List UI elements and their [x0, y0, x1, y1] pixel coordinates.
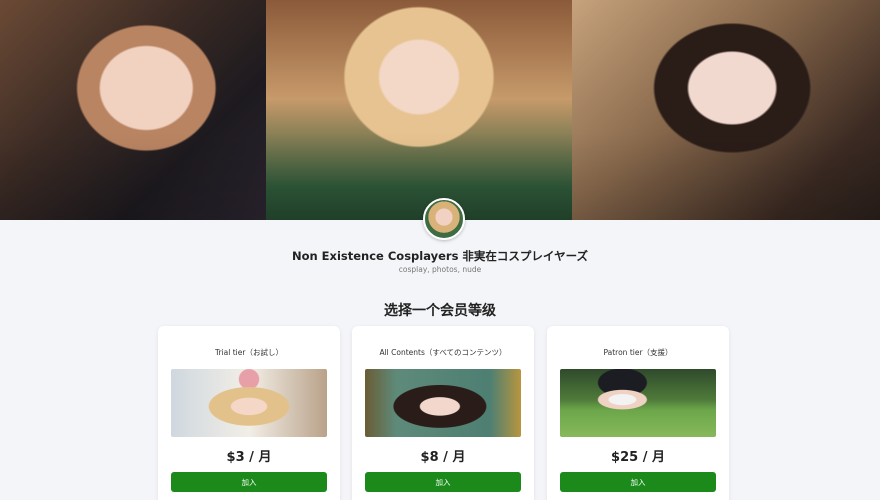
creator-name: Non Existence Cosplayers 非実在コスプレイヤーズ	[291, 249, 589, 263]
cover-photo-headphones-girl	[0, 0, 266, 220]
creator-avatar[interactable]	[423, 198, 465, 240]
tier-name: All Contents（すべてのコンテンツ）	[379, 348, 507, 357]
join-button-patron[interactable]: 加入	[560, 472, 716, 492]
creator-tags: cosplay, photos, nude	[398, 265, 482, 274]
tier-name: Trial tier（お試し）	[215, 348, 283, 357]
tier-preview-image	[560, 369, 716, 437]
tiers-section-title: 选择一个会员等级	[384, 303, 496, 319]
tier-preview-image	[365, 369, 521, 437]
cover-banner	[0, 0, 880, 220]
tier-name: Patron tier（支援）	[603, 348, 673, 357]
tier-preview-image	[171, 369, 327, 437]
tier-card-all-contents: All Contents（すべてのコンテンツ） $8 / 月 加入	[352, 326, 534, 500]
cover-photo-dark-hair-girl	[572, 0, 880, 220]
tier-price: $8 / 月	[420, 450, 466, 465]
join-button-trial[interactable]: 加入	[171, 472, 327, 492]
tier-price: $3 / 月	[226, 450, 272, 465]
cover-photo-elf-girl	[266, 0, 572, 220]
tier-price: $25 / 月	[611, 450, 665, 465]
tier-card-trial: Trial tier（お試し） $3 / 月 加入	[158, 326, 340, 500]
join-button-all-contents[interactable]: 加入	[365, 472, 521, 492]
tier-card-patron: Patron tier（支援） $25 / 月 加入	[547, 326, 729, 500]
